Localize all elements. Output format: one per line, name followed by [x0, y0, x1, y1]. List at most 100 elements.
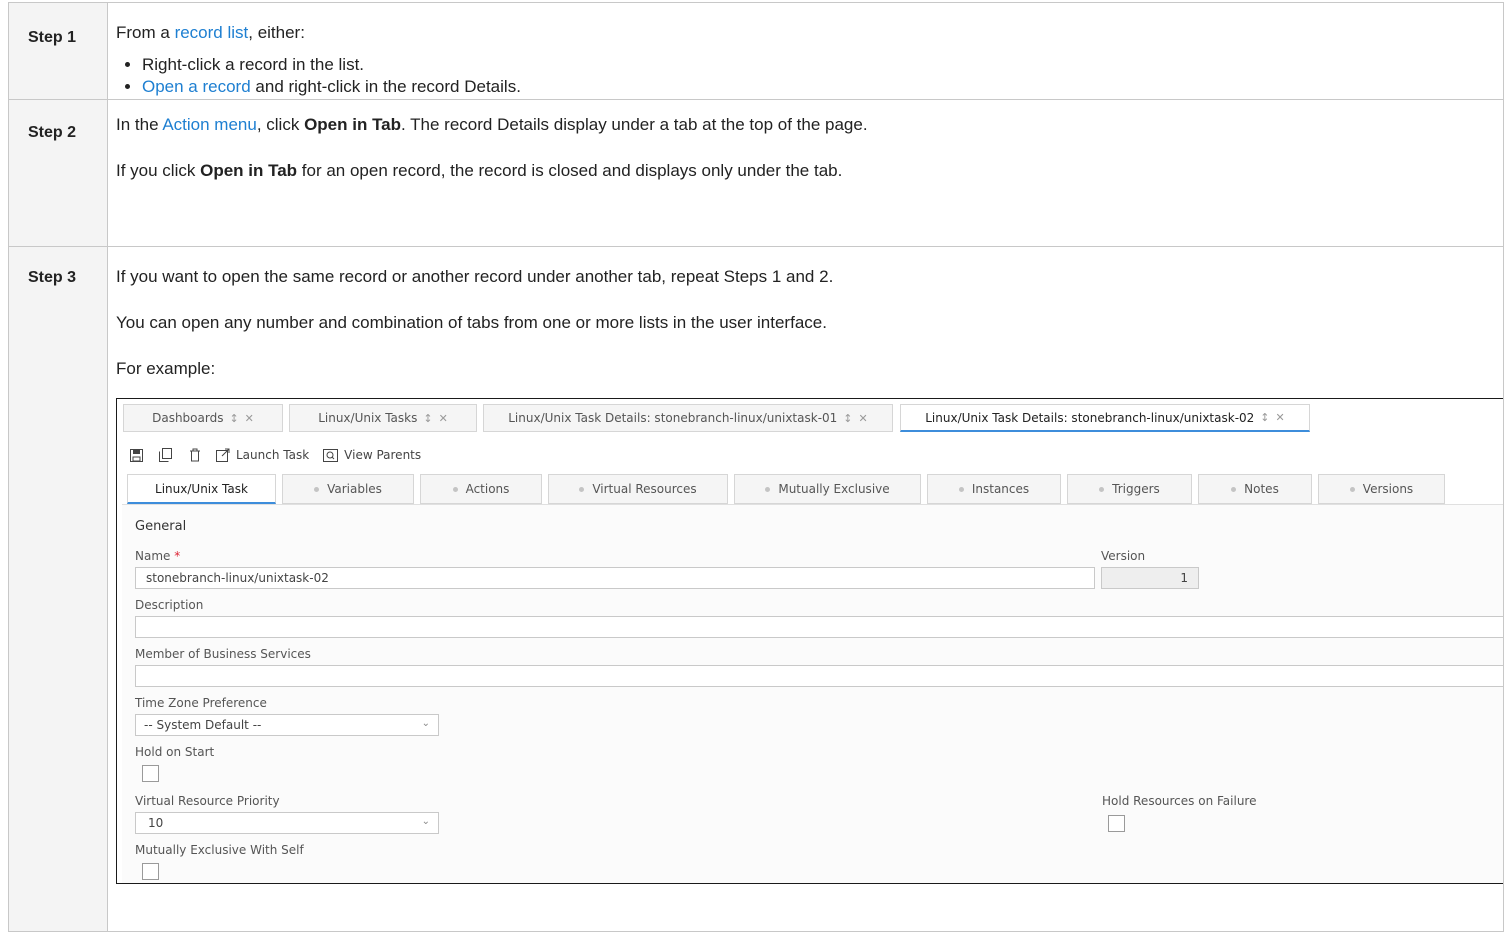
description-label: Description — [135, 598, 204, 612]
member-field[interactable] — [135, 665, 1503, 687]
pin-icon[interactable]: ↕ — [229, 412, 238, 425]
tab-virtual-resources[interactable]: Virtual Resources — [548, 474, 728, 504]
record-toolbar: Launch Task View Parents — [129, 443, 421, 467]
tab-linux-unix-task[interactable]: Linux/Unix Task — [127, 474, 276, 504]
pin-icon[interactable]: ↕ — [843, 412, 852, 425]
mutex-self-label: Mutually Exclusive With Self — [135, 843, 304, 857]
text: for an open record, the record is closed… — [297, 161, 843, 180]
tab-label: Dashboards — [152, 411, 224, 425]
status-dot-icon — [314, 486, 320, 492]
tab-notes[interactable]: Notes — [1198, 474, 1312, 504]
list-item: Right-click a record in the list. — [142, 55, 1503, 75]
chevron-down-icon: ⌄ — [421, 718, 430, 729]
hold-resources-checkbox[interactable] — [1108, 815, 1125, 832]
close-icon[interactable]: ✕ — [859, 412, 868, 425]
tab-label: Actions — [465, 482, 510, 496]
tab-triggers[interactable]: Triggers — [1067, 474, 1192, 504]
status-dot-icon — [1231, 486, 1237, 492]
name-label: Name * — [135, 549, 180, 563]
text: If you click — [116, 161, 201, 180]
tab-label: Linux/Unix Tasks — [318, 411, 418, 425]
status-dot-icon — [1349, 486, 1355, 492]
timezone-select[interactable]: -- System Default -- ⌄ — [135, 714, 439, 736]
tab-label: Instances — [971, 482, 1030, 496]
required-mark: * — [174, 549, 181, 563]
member-label: Member of Business Services — [135, 647, 311, 661]
record-list-link[interactable]: record list — [175, 23, 249, 42]
mutex-self-checkbox[interactable] — [142, 863, 159, 880]
bold-text: Open in Tab — [304, 115, 402, 134]
copy-icon[interactable] — [158, 448, 173, 463]
hold-on-start-label: Hold on Start — [135, 745, 215, 759]
status-dot-icon — [452, 486, 458, 492]
steps-table: Step 1 From a record list, either: Right… — [8, 2, 1504, 932]
status-dot-icon — [1099, 486, 1105, 492]
view-parents-icon — [323, 448, 339, 462]
close-icon[interactable]: ✕ — [245, 412, 254, 425]
version-field: 1 — [1101, 567, 1199, 589]
text: and right-click in the record Details. — [250, 77, 521, 96]
launch-icon — [216, 448, 230, 462]
pin-icon[interactable]: ↕ — [423, 412, 432, 425]
step-1-intro: From a record list, either: — [116, 23, 1503, 43]
vr-priority-select[interactable]: 10 ⌄ — [135, 812, 439, 834]
launch-task-button[interactable]: Launch Task — [216, 448, 309, 462]
page-tab-linux-unix-tasks[interactable]: Linux/Unix Tasks ↕ ✕ — [289, 404, 477, 432]
step-label: Step 1 — [8, 2, 108, 100]
vr-priority-value: 10 — [148, 816, 164, 830]
status-dot-icon — [765, 486, 771, 492]
tab-variables[interactable]: Variables — [282, 474, 414, 504]
tab-label: Mutually Exclusive — [778, 482, 890, 496]
close-icon[interactable]: ✕ — [439, 412, 448, 425]
chevron-down-icon: ⌄ — [421, 816, 430, 827]
text: , click — [256, 115, 305, 134]
step-3-paragraph-3: For example: — [116, 359, 216, 378]
step-3-content: If you want to open the same record or a… — [107, 246, 1504, 932]
tab-actions[interactable]: Actions — [420, 474, 542, 504]
page-tab-bar: Dashboards ↕ ✕ Linux/Unix Tasks ↕ ✕ Linu… — [117, 399, 1503, 435]
list-item: Open a record and right-click in the rec… — [142, 77, 1503, 97]
tab-label: Linux/Unix Task Details: stonebranch-lin… — [925, 410, 1255, 425]
bold-text: Open in Tab — [200, 161, 298, 180]
status-dot-icon — [958, 486, 964, 492]
tab-versions[interactable]: Versions — [1318, 474, 1445, 504]
timezone-value: -- System Default -- — [144, 718, 262, 732]
step-1-content: From a record list, either: Right-click … — [107, 2, 1504, 100]
tab-instances[interactable]: Instances — [927, 474, 1061, 504]
page-tab-task-details-01[interactable]: Linux/Unix Task Details: stonebranch-lin… — [483, 404, 893, 432]
step-3-paragraph-2: You can open any number and combination … — [116, 313, 827, 332]
step-1-bullets: Right-click a record in the list. Open a… — [116, 55, 1503, 97]
description-field[interactable] — [135, 616, 1503, 638]
tab-label: Notes — [1244, 482, 1279, 496]
example-screenshot: Dashboards ↕ ✕ Linux/Unix Tasks ↕ ✕ Linu… — [116, 398, 1503, 884]
delete-icon[interactable] — [187, 448, 202, 463]
tab-label: Variables — [327, 482, 382, 496]
open-record-link[interactable]: Open a record — [142, 77, 251, 96]
tab-label: Linux/Unix Task — [155, 481, 248, 496]
action-menu-link[interactable]: Action menu — [162, 115, 257, 134]
vr-priority-label: Virtual Resource Priority — [135, 794, 280, 808]
tab-label: Versions — [1362, 482, 1414, 496]
step-label: Step 2 — [8, 99, 108, 247]
record-form: General Name * stonebranch-linux/unixtas… — [122, 504, 1503, 883]
page-tab-task-details-02[interactable]: Linux/Unix Task Details: stonebranch-lin… — [900, 404, 1310, 432]
tab-label: Linux/Unix Task Details: stonebranch-lin… — [508, 411, 838, 425]
version-label: Version — [1101, 549, 1146, 563]
hold-on-start-checkbox[interactable] — [142, 765, 159, 782]
step-2-paragraph-2: If you click Open in Tab for an open rec… — [116, 161, 1503, 181]
text: From a — [116, 23, 175, 42]
close-icon[interactable]: ✕ — [1276, 411, 1285, 424]
step-label: Step 3 — [8, 246, 108, 932]
tab-label: Virtual Resources — [592, 482, 697, 496]
launch-task-label: Launch Task — [236, 448, 310, 462]
tab-mutually-exclusive[interactable]: Mutually Exclusive — [734, 474, 921, 504]
text: . The record Details display under a tab… — [401, 115, 868, 134]
save-icon[interactable] — [129, 448, 144, 463]
view-parents-button[interactable]: View Parents — [323, 448, 421, 462]
timezone-label: Time Zone Preference — [135, 696, 267, 710]
name-field[interactable]: stonebranch-linux/unixtask-02 — [135, 567, 1095, 589]
step-2-paragraph-1: In the Action menu, click Open in Tab. T… — [116, 115, 1503, 135]
step-3-paragraph-1: If you want to open the same record or a… — [116, 267, 834, 286]
pin-icon[interactable]: ↕ — [1260, 411, 1269, 424]
page-tab-dashboards[interactable]: Dashboards ↕ ✕ — [123, 404, 283, 432]
